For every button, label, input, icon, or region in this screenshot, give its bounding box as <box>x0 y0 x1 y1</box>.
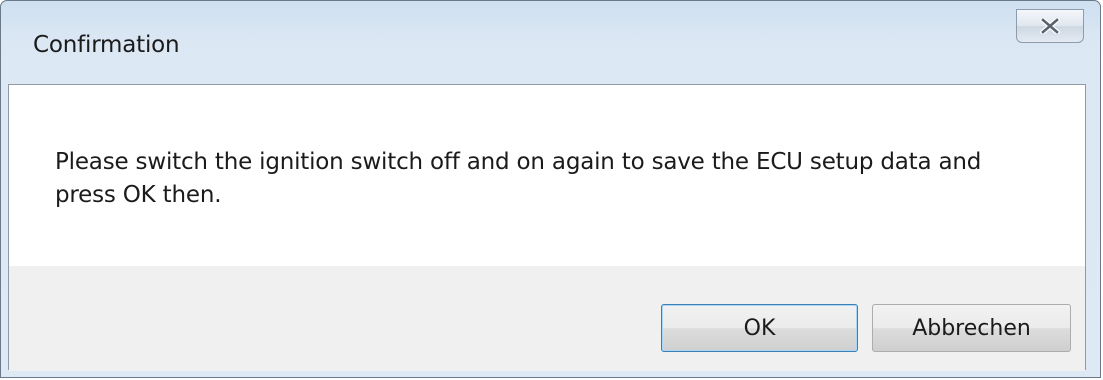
ok-button[interactable]: OK <box>661 304 858 352</box>
message-area: Please switch the ignition switch off an… <box>9 85 1085 266</box>
close-button[interactable] <box>1016 9 1084 43</box>
button-bar: OK Abbrechen <box>9 266 1085 371</box>
dialog-client-area: Please switch the ignition switch off an… <box>8 84 1086 371</box>
cancel-button[interactable]: Abbrechen <box>872 304 1071 352</box>
message-line-1: Please switch the ignition switch off an… <box>55 149 982 175</box>
close-icon <box>1040 18 1060 34</box>
confirmation-dialog: Confirmation Please switch the ignition … <box>0 0 1101 378</box>
message-line-2: press OK then. <box>55 182 222 208</box>
dialog-title: Confirmation <box>33 32 180 58</box>
title-bar[interactable]: Confirmation <box>1 1 1100 85</box>
message-text: Please switch the ignition switch off an… <box>55 146 1055 212</box>
